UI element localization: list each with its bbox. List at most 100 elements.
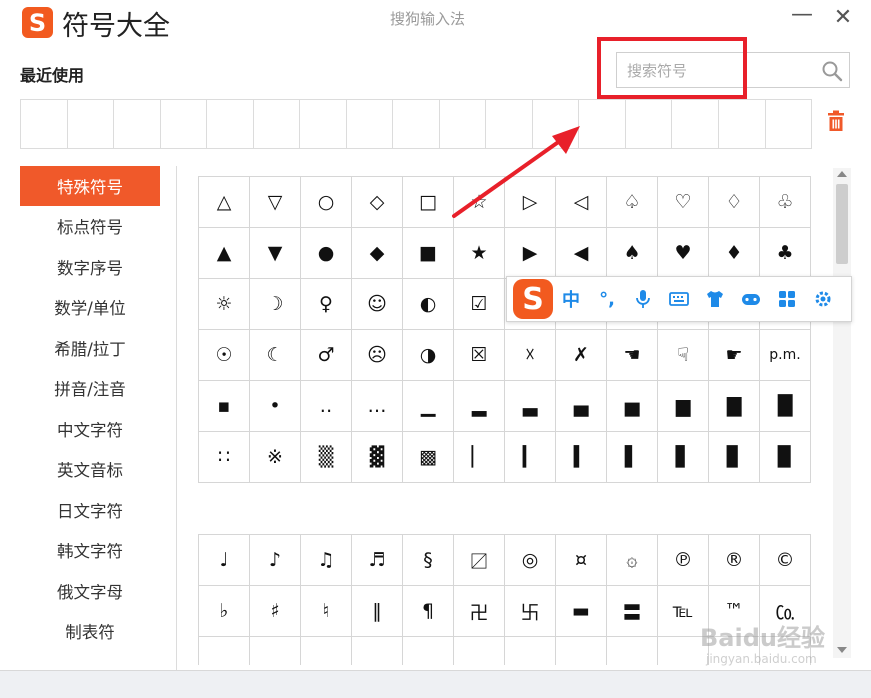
- symbol-cell[interactable]: [352, 637, 403, 665]
- symbol-cell[interactable]: ◐: [403, 279, 454, 330]
- settings-gear-icon[interactable]: [805, 279, 841, 319]
- symbol-cell[interactable]: ‥: [301, 381, 352, 432]
- symbol-cell[interactable]: █: [760, 381, 811, 432]
- symbol-cell[interactable]: [199, 637, 250, 665]
- symbol-cell[interactable]: ☛: [709, 330, 760, 381]
- symbol-cell[interactable]: ©: [760, 535, 811, 586]
- symbol-cell[interactable]: ‖: [352, 586, 403, 637]
- recent-cell[interactable]: [206, 100, 253, 148]
- symbol-cell[interactable]: ▌: [607, 432, 658, 483]
- symbol-cell[interactable]: ☾: [250, 330, 301, 381]
- recent-cell[interactable]: [717, 100, 765, 148]
- ime-language-toggle[interactable]: 中: [553, 279, 589, 319]
- symbol-cell[interactable]: 〼: [454, 535, 505, 586]
- symbol-cell[interactable]: ♥: [658, 228, 709, 279]
- recent-cell[interactable]: [299, 100, 346, 148]
- symbol-cell[interactable]: ℗: [658, 535, 709, 586]
- symbol-cell[interactable]: ☹: [352, 330, 403, 381]
- symbol-cell[interactable]: ۞: [607, 535, 658, 586]
- symbol-cell[interactable]: ♮: [301, 586, 352, 637]
- symbol-cell[interactable]: ♪: [250, 535, 301, 586]
- symbol-cell[interactable]: [505, 637, 556, 665]
- symbol-cell[interactable]: [403, 637, 454, 665]
- symbol-cell[interactable]: ▒: [301, 432, 352, 483]
- symbol-cell[interactable]: ☽: [250, 279, 301, 330]
- category-item[interactable]: 制表符: [20, 611, 160, 652]
- symbol-cell[interactable]: ♂: [301, 330, 352, 381]
- symbol-cell[interactable]: ▋: [658, 432, 709, 483]
- skin-shirt-icon[interactable]: [697, 279, 733, 319]
- recent-cell[interactable]: [671, 100, 718, 148]
- scroll-down-arrow-icon[interactable]: [837, 647, 847, 653]
- symbol-cell[interactable]: ▇: [709, 381, 760, 432]
- symbol-cell[interactable]: ☺: [352, 279, 403, 330]
- symbol-cell[interactable]: ♩: [199, 535, 250, 586]
- symbol-cell[interactable]: ☉: [199, 330, 250, 381]
- symbol-cell[interactable]: ☚: [607, 330, 658, 381]
- symbol-cell[interactable]: ◎: [505, 535, 556, 586]
- category-item[interactable]: 日文字符: [20, 490, 160, 531]
- symbol-cell[interactable]: ▬: [556, 586, 607, 637]
- ime-punctuation-toggle[interactable]: °,: [589, 279, 625, 319]
- symbol-cell[interactable]: p.m.: [760, 330, 811, 381]
- category-item[interactable]: 特殊符号: [20, 166, 160, 206]
- recent-cell[interactable]: [252, 100, 300, 148]
- recent-cell[interactable]: [764, 100, 813, 148]
- symbol-cell[interactable]: ◆: [352, 228, 403, 279]
- symbol-cell[interactable]: ♢: [709, 177, 760, 228]
- recent-cell[interactable]: [392, 100, 439, 148]
- symbol-cell[interactable]: ☓: [505, 330, 556, 381]
- category-item[interactable]: 数字序号: [20, 247, 160, 288]
- symbol-cell[interactable]: ◇: [352, 177, 403, 228]
- scroll-thumb[interactable]: [836, 184, 848, 264]
- symbol-cell[interactable]: ※: [250, 432, 301, 483]
- symbol-cell[interactable]: ▓: [352, 432, 403, 483]
- symbol-cell[interactable]: ☑: [454, 279, 505, 330]
- symbol-cell[interactable]: ▅: [607, 381, 658, 432]
- symbol-cell[interactable]: ♀: [301, 279, 352, 330]
- keyboard-icon[interactable]: [661, 279, 697, 319]
- symbol-cell[interactable]: ▃: [505, 381, 556, 432]
- game-controller-icon[interactable]: [733, 279, 769, 319]
- symbol-cell[interactable]: ▄: [556, 381, 607, 432]
- symbol-cell[interactable]: ®: [709, 535, 760, 586]
- symbol-cell[interactable]: ■: [403, 228, 454, 279]
- symbol-cell[interactable]: ▪: [199, 381, 250, 432]
- symbol-cell[interactable]: ▁: [403, 381, 454, 432]
- symbol-cell[interactable]: 〓: [607, 586, 658, 637]
- toolbox-grid-icon[interactable]: [769, 279, 805, 319]
- symbol-cell[interactable]: ☟: [658, 330, 709, 381]
- symbol-cell[interactable]: ◀: [556, 228, 607, 279]
- symbol-cell[interactable]: ★: [454, 228, 505, 279]
- symbol-cell[interactable]: ♯: [250, 586, 301, 637]
- minimize-button[interactable]: —: [789, 1, 815, 29]
- symbol-cell[interactable]: ✗: [556, 330, 607, 381]
- symbol-cell[interactable]: ¤: [556, 535, 607, 586]
- category-item[interactable]: 俄文字母: [20, 571, 160, 612]
- symbol-cell[interactable]: ○: [301, 177, 352, 228]
- microphone-icon[interactable]: [625, 279, 661, 319]
- symbol-cell[interactable]: •: [250, 381, 301, 432]
- symbol-cell[interactable]: [454, 637, 505, 665]
- symbol-cell[interactable]: ▏: [454, 432, 505, 483]
- recent-cell[interactable]: [345, 100, 393, 148]
- symbol-cell[interactable]: ♡: [658, 177, 709, 228]
- symbol-cell[interactable]: ▩: [403, 432, 454, 483]
- symbol-cell[interactable]: [301, 637, 352, 665]
- symbol-cell[interactable]: ♣: [760, 228, 811, 279]
- category-item[interactable]: 标点符号: [20, 206, 160, 247]
- symbol-cell[interactable]: ♧: [760, 177, 811, 228]
- symbol-cell[interactable]: ▼: [250, 228, 301, 279]
- recent-cell[interactable]: [624, 100, 672, 148]
- symbol-cell[interactable]: [556, 637, 607, 665]
- scroll-up-arrow-icon[interactable]: [837, 171, 847, 177]
- symbol-cell[interactable]: ♫: [301, 535, 352, 586]
- symbol-cell[interactable]: ☒: [454, 330, 505, 381]
- symbol-cell[interactable]: [607, 637, 658, 665]
- category-item[interactable]: 希腊/拉丁: [20, 328, 160, 369]
- recent-cell[interactable]: [20, 100, 67, 148]
- symbol-cell[interactable]: ♤: [607, 177, 658, 228]
- symbol-cell[interactable]: ▂: [454, 381, 505, 432]
- close-button[interactable]: ✕: [830, 4, 856, 32]
- recent-cell[interactable]: [66, 100, 114, 148]
